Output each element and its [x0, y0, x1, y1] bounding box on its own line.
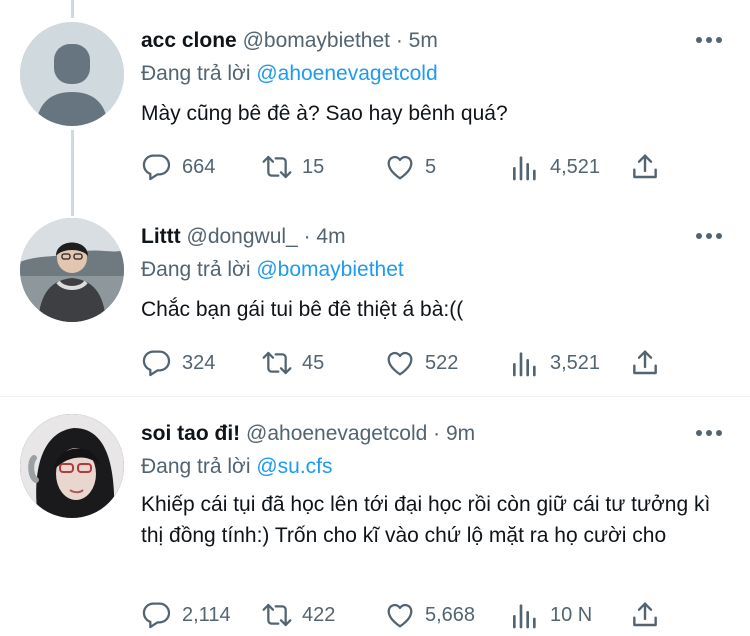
views-button[interactable]: 10 N [509, 598, 592, 632]
reply-count: 664 [182, 155, 216, 178]
tweet[interactable]: Littt @dongwul_ · 4m Đang trả lời @bomay… [0, 200, 750, 396]
separator: · [303, 225, 311, 248]
like-icon [387, 155, 413, 180]
retweet-icon [262, 603, 292, 627]
reply-icon [142, 602, 171, 629]
views-count: 10 N [550, 603, 593, 626]
tweet-header: Littt @dongwul_ · 4m [141, 225, 346, 249]
display-name[interactable]: acc clone [141, 29, 237, 52]
tweet-text: Mày cũng bê đê à? Sao hay bênh quá? [141, 102, 508, 125]
share-button[interactable] [629, 598, 661, 632]
reply-button[interactable]: 664 [141, 150, 215, 184]
user-handle[interactable]: @ahoenevagetcold [246, 422, 427, 445]
replying-to: Đang trả lời @bomaybiethet [141, 258, 404, 282]
views-count: 4,521 [550, 155, 601, 178]
share-icon [633, 602, 657, 627]
like-count: 5,668 [425, 603, 476, 626]
retweet-button[interactable]: 422 [261, 598, 335, 632]
more-icon[interactable] [696, 35, 722, 45]
views-icon [513, 352, 536, 377]
timestamp[interactable]: 5m [409, 29, 438, 52]
reply-icon [142, 154, 171, 181]
reply-icon [142, 350, 171, 377]
like-icon [387, 603, 413, 628]
replying-to-handle[interactable]: @bomaybiethet [256, 258, 403, 281]
tweet[interactable]: acc clone @bomaybiethet · 5m Đang trả lờ… [0, 0, 750, 200]
profile-photo-icon [20, 218, 124, 322]
retweet-icon [262, 155, 292, 179]
share-icon [633, 154, 657, 179]
action-bar: 664 15 5 4,521 [141, 150, 671, 184]
user-handle[interactable]: @bomaybiethet [243, 29, 390, 52]
reply-count: 324 [182, 351, 216, 374]
avatar[interactable] [20, 414, 124, 518]
display-name[interactable]: Littt [141, 225, 181, 248]
timestamp[interactable]: 9m [446, 422, 475, 445]
retweet-button[interactable]: 45 [261, 346, 324, 380]
separator: · [395, 29, 403, 52]
profile-photo-icon [20, 414, 124, 518]
reply-button[interactable]: 324 [141, 346, 215, 380]
like-button[interactable]: 522 [384, 346, 458, 380]
display-name[interactable]: soi tao đi! [141, 422, 240, 445]
tweet[interactable]: soi tao đi! @ahoenevagetcold · 9m Đang t… [0, 397, 750, 636]
retweet-count: 45 [302, 351, 325, 374]
user-handle[interactable]: @dongwul_ [187, 225, 298, 248]
retweet-count: 422 [302, 603, 336, 626]
share-button[interactable] [629, 150, 661, 184]
avatar[interactable] [20, 22, 124, 126]
avatar[interactable] [20, 218, 124, 322]
retweet-count: 15 [302, 155, 325, 178]
like-button[interactable]: 5,668 [384, 598, 475, 632]
replying-to-handle[interactable]: @ahoenevagetcold [256, 62, 437, 85]
share-button[interactable] [629, 346, 661, 380]
replying-to: Đang trả lời @su.cfs [141, 455, 333, 479]
views-count: 3,521 [550, 351, 601, 374]
action-bar: 2,114 422 5,668 10 N [141, 598, 671, 632]
replying-to-label: Đang trả lời [141, 62, 251, 85]
default-avatar-icon [20, 22, 124, 126]
action-bar: 324 45 522 3,521 [141, 346, 671, 380]
like-count: 5 [425, 155, 437, 178]
views-icon [513, 604, 536, 629]
views-icon [513, 156, 536, 181]
more-icon[interactable] [696, 231, 722, 241]
reply-count: 2,114 [182, 603, 231, 626]
replying-to: Đang trả lời @ahoenevagetcold [141, 62, 438, 86]
retweet-button[interactable]: 15 [261, 150, 324, 184]
retweet-icon [262, 351, 292, 375]
separator: · [433, 422, 441, 445]
views-button[interactable]: 3,521 [509, 346, 600, 380]
tweet-text: Khiếp cái tụi đã học lên tới đại học rồi… [141, 493, 711, 547]
views-button[interactable]: 4,521 [509, 150, 600, 184]
more-icon[interactable] [696, 428, 722, 438]
tweet-header: soi tao đi! @ahoenevagetcold · 9m [141, 422, 475, 446]
like-button[interactable]: 5 [384, 150, 436, 184]
like-count: 522 [425, 351, 459, 374]
share-icon [633, 350, 657, 375]
replying-to-label: Đang trả lời [141, 455, 251, 478]
tweet-text: Chắc bạn gái tui bê đê thiệt á bà:(( [141, 298, 464, 321]
tweet-header: acc clone @bomaybiethet · 5m [141, 29, 438, 53]
like-icon [387, 351, 413, 376]
replying-to-handle[interactable]: @su.cfs [256, 455, 332, 478]
timestamp[interactable]: 4m [316, 225, 345, 248]
replying-to-label: Đang trả lời [141, 258, 251, 281]
reply-button[interactable]: 2,114 [141, 598, 231, 632]
